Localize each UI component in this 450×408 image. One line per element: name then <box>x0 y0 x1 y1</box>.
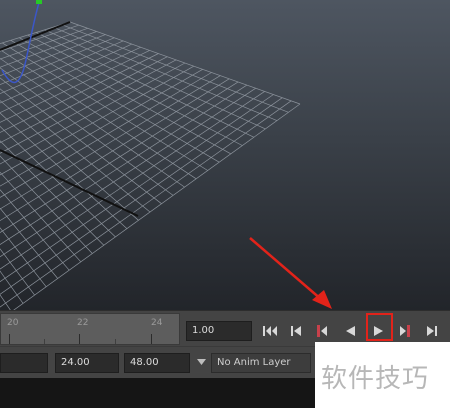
tick-mark <box>115 339 116 344</box>
chevron-down-icon[interactable] <box>197 359 206 365</box>
tick-mark <box>151 334 152 344</box>
tick-mark <box>9 334 10 344</box>
tick-label: 22 <box>77 318 89 328</box>
step-forward-key-button[interactable] <box>396 323 414 339</box>
start-time-field[interactable] <box>0 353 48 373</box>
tick-mark <box>44 339 45 344</box>
time-slider[interactable]: 20 22 24 <box>0 313 180 345</box>
step-back-key-button[interactable] <box>313 323 331 339</box>
watermark: 软件技巧 <box>315 342 450 408</box>
anim-end-time-field[interactable]: 48.00 <box>124 353 190 373</box>
go-to-start-button[interactable] <box>261 323 279 339</box>
end-time-field[interactable]: 24.00 <box>55 353 119 373</box>
step-back-icon <box>291 326 301 336</box>
maya-window: 20 22 24 1.00 24.00 48.00 No Anim Layer … <box>0 0 450 408</box>
step-back-frame-button[interactable] <box>287 323 305 339</box>
tick-label: 20 <box>7 318 19 328</box>
grid-axis-x <box>0 21 71 51</box>
curve-point-handle <box>36 0 42 4</box>
anim-layer-dropdown[interactable]: No Anim Layer <box>211 353 311 373</box>
viewport-perspective[interactable] <box>0 0 450 310</box>
play-backwards-button[interactable] <box>341 323 359 339</box>
skip-to-start-icon <box>263 326 277 336</box>
watermark-text: 软件技巧 <box>321 364 430 394</box>
tick-mark <box>79 334 80 344</box>
current-time-field[interactable]: 1.00 <box>186 321 252 341</box>
play-backwards-icon <box>346 326 355 336</box>
grid-canvas <box>0 0 332 310</box>
play-button-highlight-box <box>366 313 393 341</box>
go-to-end-button[interactable] <box>423 323 441 339</box>
annotation-arrow <box>249 237 332 309</box>
step-forward-key-icon <box>400 325 410 337</box>
step-back-key-icon <box>317 325 327 337</box>
skip-to-end-icon <box>427 326 437 336</box>
ground-grid <box>0 21 301 310</box>
tick-label: 24 <box>151 318 163 328</box>
